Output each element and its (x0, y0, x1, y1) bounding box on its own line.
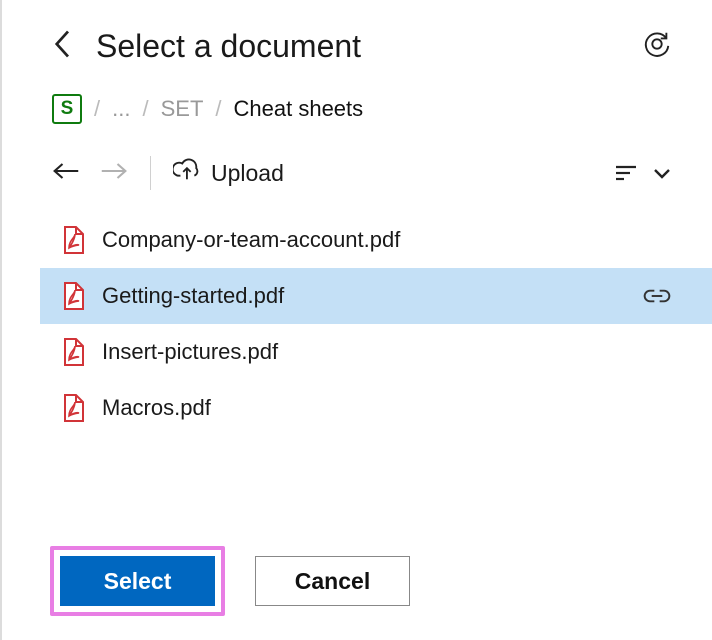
breadcrumb-separator: / (142, 96, 148, 122)
chevron-down-icon (652, 166, 672, 180)
pdf-file-icon (62, 394, 84, 422)
back-icon[interactable] (52, 29, 74, 64)
breadcrumb: S / ... / SET / Cheat sheets (52, 94, 672, 124)
file-name: Insert-pictures.pdf (102, 339, 672, 365)
dialog-footer: Select Cancel (50, 546, 410, 616)
breadcrumb-root-badge[interactable]: S (52, 94, 82, 124)
breadcrumb-ellipsis[interactable]: ... (112, 96, 130, 122)
breadcrumb-item-set[interactable]: SET (161, 96, 204, 122)
sort-icon (614, 163, 638, 183)
upload-label: Upload (211, 160, 284, 187)
dialog-header: Select a document (52, 16, 672, 76)
file-name: Getting-started.pdf (102, 283, 624, 309)
upload-button[interactable]: Upload (173, 157, 284, 189)
cancel-button[interactable]: Cancel (255, 556, 410, 606)
breadcrumb-separator: / (94, 96, 100, 122)
sort-menu-button[interactable] (614, 163, 672, 183)
pdf-file-icon (62, 226, 84, 254)
toolbar: Upload (52, 152, 672, 194)
pdf-file-icon (62, 282, 84, 310)
file-row[interactable]: Insert-pictures.pdf (40, 324, 712, 380)
breadcrumb-separator: / (215, 96, 221, 122)
nav-arrows (52, 161, 128, 186)
toolbar-divider (150, 156, 151, 190)
file-name: Macros.pdf (102, 395, 672, 421)
file-list: Company-or-team-account.pdf Getting-start… (40, 212, 712, 436)
breadcrumb-item-current[interactable]: Cheat sheets (234, 96, 364, 122)
file-picker-dialog: Select a document S / ... / SET / Cheat … (2, 0, 712, 436)
nav-back-icon[interactable] (52, 161, 80, 186)
file-row[interactable]: Company-or-team-account.pdf (40, 212, 712, 268)
dialog-title: Select a document (96, 28, 620, 65)
file-name: Company-or-team-account.pdf (102, 227, 672, 253)
nav-forward-icon (100, 161, 128, 186)
select-button[interactable]: Select (60, 556, 215, 606)
refresh-identity-icon[interactable] (642, 29, 672, 64)
file-row[interactable]: Macros.pdf (40, 380, 712, 436)
upload-cloud-icon (173, 157, 199, 189)
pdf-file-icon (62, 338, 84, 366)
file-row[interactable]: Getting-started.pdf (40, 268, 712, 324)
copy-link-icon[interactable] (642, 285, 672, 307)
select-button-highlight: Select (50, 546, 225, 616)
